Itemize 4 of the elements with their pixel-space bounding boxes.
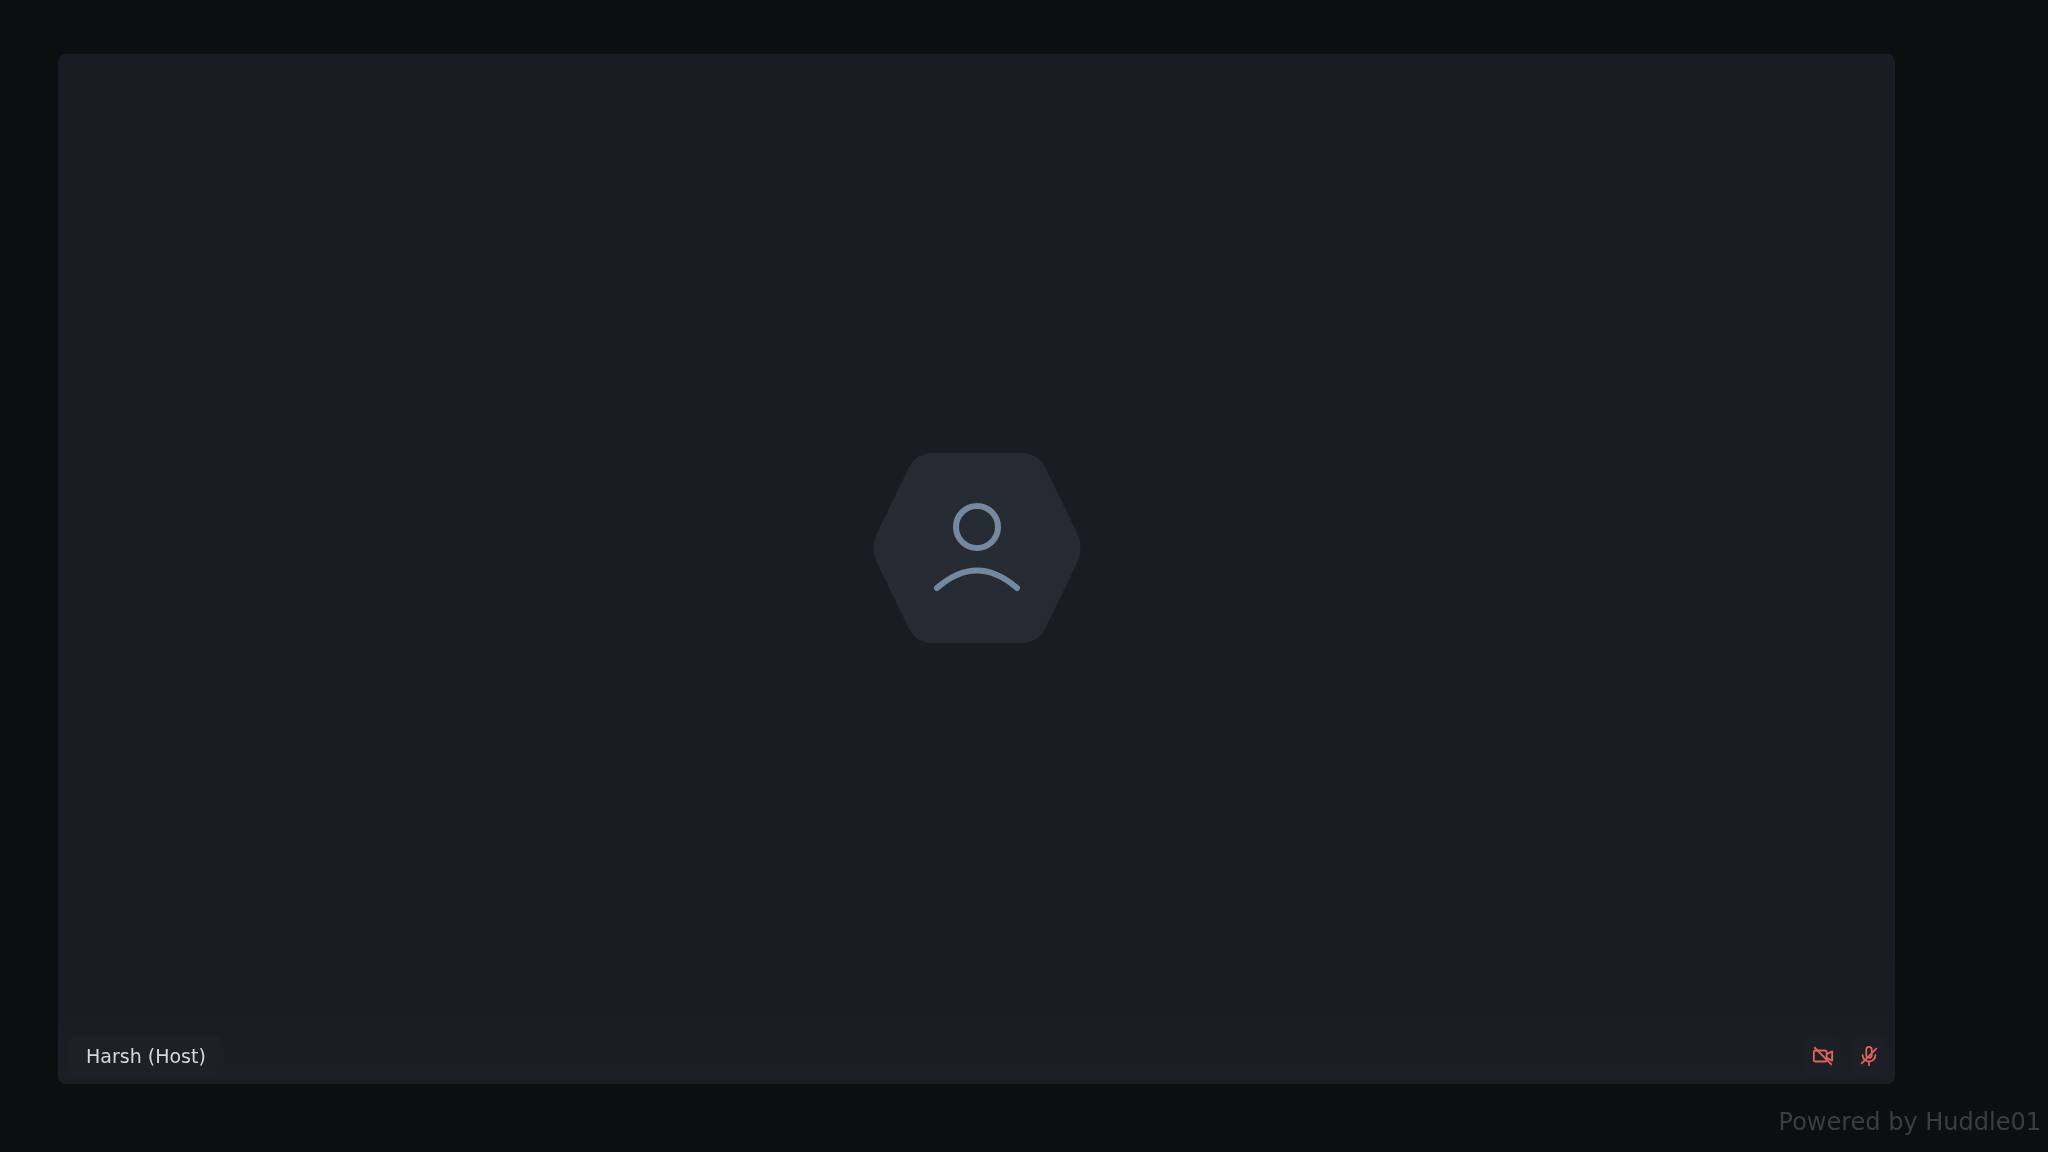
avatar-icon: [871, 453, 1082, 643]
participant-name: Harsh (Host): [68, 1036, 224, 1076]
microphone-off-icon: [1858, 1045, 1880, 1067]
camera-off-icon: [1812, 1045, 1834, 1067]
